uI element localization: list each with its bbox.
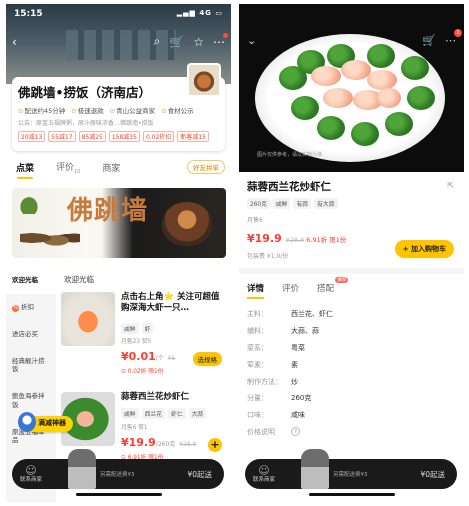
spec-row: 价格说明? — [247, 424, 457, 441]
coupon[interactable]: 新客减15 — [177, 131, 209, 142]
spec-row: 口味： 咸味 — [247, 411, 305, 420]
ingredient-disclosure: ⊙食材公示 — [161, 107, 194, 115]
tab-order[interactable]: 点菜 — [16, 161, 34, 179]
status-bar: 15:15 ▂▄▆ 4G ▭ — [14, 9, 223, 19]
contact-merchant-button[interactable]: ☺ 联系商家 — [12, 464, 50, 484]
dish-detail-screen: 图片仅供参考，请以实物为准 ⌄ 🛒 ⋯ 蒜蓉西兰花炒虾仁 ⇱ 260克 咸鲜 有… — [239, 4, 464, 502]
delivery-time: ⊙配送约45分钟 — [18, 107, 66, 115]
shop-notice: 公告：原盅五福牌粥，原汁原味浓香…佛跳墙•捞饭 — [18, 120, 154, 127]
dish-tags: 260克 咸鲜 有蒜 有大蒜 — [247, 198, 341, 209]
detail-top-bar: ⌄ 🛒 ⋯ — [247, 29, 462, 47]
spec-row: 主料： 西兰花、虾仁 — [247, 310, 333, 319]
dish-price: ¥19.9 ¥28.8 6.91折 限1份 — [247, 232, 347, 245]
coupon[interactable]: 55减17 — [48, 131, 76, 142]
dish-title: 蒜蓉西兰花炒虾仁 — [121, 392, 190, 402]
coupon[interactable]: 20减13 — [18, 131, 46, 142]
tab-reviews[interactable]: 评价 — [282, 282, 299, 294]
search-icon[interactable]: ⌕ — [154, 34, 161, 49]
min-order: ¥0起送 — [187, 469, 212, 479]
dish-title: 蒜蓉西兰花炒虾仁 — [247, 181, 331, 193]
spec-row: 菜系： 粤菜 — [247, 343, 305, 352]
dish-sales: 月售6 赞1 — [121, 425, 148, 431]
fast-refund: ⊙极速退款 — [71, 107, 104, 115]
shop-avatar — [187, 63, 221, 97]
group-order-button[interactable]: 好友拼单 — [187, 160, 225, 174]
chat-icon: ☺ — [258, 464, 270, 478]
help-icon[interactable]: ? — [291, 427, 300, 437]
dish-discount: ⊙ 0.02折 限1份 — [121, 369, 164, 375]
more-icon[interactable]: ⋯ — [445, 29, 462, 47]
tab-details[interactable]: 详情 — [247, 282, 265, 299]
dish-tags: 咸鲜 虾 — [121, 323, 156, 334]
sidebar-item-discount[interactable]: % 折扣 — [6, 294, 56, 321]
mascot-icon — [18, 412, 36, 432]
shop-info-card: 佛跳墙•捞饭（济南店） ⊙配送约45分钟 ⊙极速退款 ⊙青山公益商家 ⊙食材公示… — [12, 63, 225, 151]
delivery-fee: 另需配送费¥3 — [100, 472, 135, 478]
collapse-icon[interactable]: ⌄ — [247, 34, 256, 47]
banner-abalone-image — [20, 226, 80, 250]
shop-menu-screen: 15:15 ▂▄▆ 4G ▭ ‹ ⌕ 🛒 ☆ ⋯ 佛跳墙•捞饭（济南店） ⊙配送… — [6, 4, 231, 502]
sidebar-item-must-buy[interactable]: 进店必买 — [6, 321, 56, 348]
status-time: 15:15 — [14, 9, 43, 19]
dish-image — [61, 292, 115, 346]
banner-pot-image — [162, 202, 212, 246]
cart-mascot — [68, 449, 96, 489]
cart-mascot — [301, 449, 329, 489]
detail-tabs: 详情 评价 搭配 推荐 — [247, 277, 352, 299]
spec-row: 分量： 260克 — [247, 394, 312, 403]
shop-banner[interactable]: 佛跳墙 — [12, 188, 226, 258]
spec-row: 荤素：素 — [247, 360, 298, 369]
shop-top-bar: ‹ ⌕ 🛒 ☆ ⋯ — [12, 32, 228, 49]
cart-icon[interactable]: 🛒 — [422, 34, 436, 47]
contact-merchant-button[interactable]: ☺ 联系商家 — [245, 464, 283, 484]
dish-sales: 月售23 赞5 — [121, 339, 152, 345]
select-spec-button[interactable]: 选规格 — [192, 352, 222, 366]
share-icon[interactable]: ⇱ — [447, 181, 454, 190]
spec-list: 主料： 西兰花、虾仁 辅料： 大蒜、蒜 菜系： 粤菜 荤素：素 制作方法：炒 分量： 2… — [247, 306, 457, 440]
packing-fee: 包装费 ¥1.0/份 — [247, 253, 289, 260]
chat-icon: ☺ — [25, 464, 37, 478]
spec-row: 制作方法：炒 — [247, 377, 298, 386]
charity-merchant: ⊙青山公益商家 — [109, 107, 156, 115]
coupon[interactable]: 158减35 — [108, 131, 140, 142]
star-icon[interactable]: ☆ — [193, 35, 204, 49]
banner-logo: 佛跳墙 — [67, 196, 149, 226]
spec-row: 辅料： 大蒜、蒜 — [247, 327, 319, 336]
dish-photo: 图片仅供参考，请以实物为准 — [239, 4, 464, 172]
dish-sales: 月售6 — [247, 217, 263, 224]
coupon[interactable]: 85减25 — [78, 131, 106, 142]
add-dish-button[interactable]: + — [208, 438, 222, 452]
tab-merchant[interactable]: 商家 — [102, 161, 120, 174]
shop-tabs: 点菜 评价10 商家 好友拼单 — [6, 156, 231, 179]
more-icon[interactable]: ⋯ — [213, 32, 228, 49]
photo-watermark: 图片仅供参考，请以实物为准 — [257, 152, 323, 158]
tab-reviews[interactable]: 评价10 — [56, 160, 80, 175]
dish-price: ¥0.01/个 ¥5 — [121, 350, 176, 363]
divider — [239, 268, 464, 274]
tab-pairing[interactable]: 搭配 推荐 — [317, 277, 349, 294]
screenshot-root: 15:15 ▂▄▆ 4G ▭ ‹ ⌕ 🛒 ☆ ⋯ 佛跳墙•捞饭（济南店） ⊙配送… — [0, 0, 469, 506]
discount-helper-button[interactable]: 满减神器 — [18, 412, 73, 432]
sidebar-item-classic-rice[interactable]: 经典靓汁捞饭 — [6, 348, 56, 384]
dish-price: ¥19.9/260克 ¥28.8 — [121, 436, 197, 449]
coupon-list[interactable]: 20减13 55减17 85减25 158减35 0.02折扣 新客减15 — [18, 131, 219, 142]
min-order: ¥0起送 — [420, 469, 445, 479]
section-heading: 欢迎光临 — [64, 275, 94, 284]
delivery-fee: 另需配送费¥3 — [333, 472, 368, 478]
cart-icon[interactable]: 🛒 — [169, 35, 184, 49]
signal-indicator: ▂▄▆ 4G ▭ — [176, 9, 223, 17]
dish-item[interactable]: 点击右上角⭐ 关注可超值购深海大虾一只… 咸鲜 虾 月售23 赞5 ¥0.01/… — [61, 292, 226, 380]
cart-bar[interactable]: ☺ 联系商家 另需配送费¥3 ¥0起送 — [245, 449, 457, 489]
home-indicator — [76, 493, 162, 496]
sidebar-item-welcome[interactable]: 欢迎光临 — [6, 267, 56, 294]
shop-info-line: ⊙配送约45分钟 ⊙极速退款 ⊙青山公益商家 ⊙食材公示 — [18, 105, 219, 115]
back-icon[interactable]: ‹ — [12, 35, 17, 49]
dish-tags: 咸鲜 西兰花 虾仁 大蒜 — [121, 408, 209, 419]
coupon[interactable]: 0.02折扣 — [142, 131, 175, 142]
home-indicator — [309, 493, 395, 496]
hot-badge: 推荐 — [335, 277, 349, 283]
add-to-cart-button[interactable]: + 加入购物车 — [394, 240, 454, 258]
dish-title: 点击右上角⭐ 关注可超值购深海大虾一只… — [121, 292, 220, 314]
cart-bar[interactable]: ☺ 联系商家 另需配送费¥3 ¥0起送 — [12, 449, 224, 489]
